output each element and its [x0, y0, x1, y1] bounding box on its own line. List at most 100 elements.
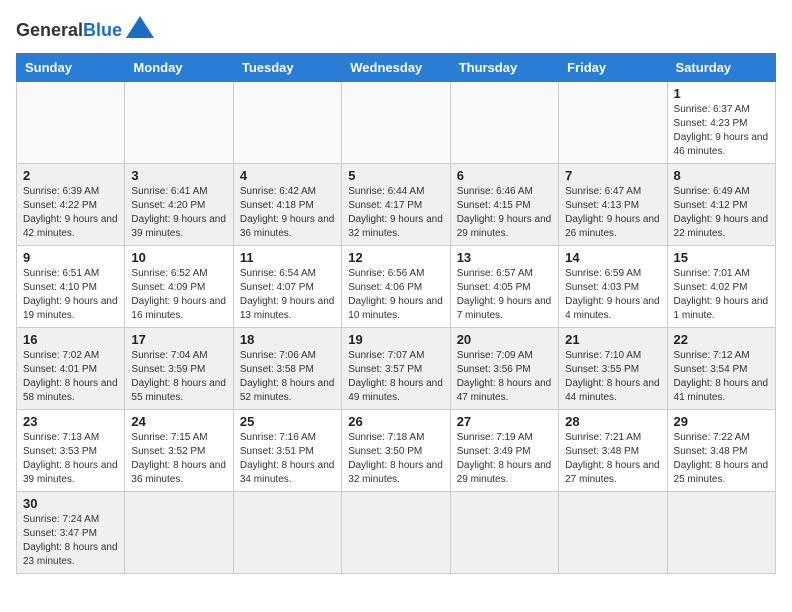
day-info: Sunrise: 7:19 AM Sunset: 3:49 PM Dayligh…: [457, 431, 552, 487]
day-number: 1: [674, 86, 769, 101]
day-number: 25: [240, 414, 335, 429]
day-number: 20: [457, 332, 552, 347]
day-number: 4: [240, 168, 335, 183]
calendar-cell: [233, 82, 341, 164]
day-number: 29: [674, 414, 769, 429]
day-info: Sunrise: 6:47 AM Sunset: 4:13 PM Dayligh…: [565, 185, 660, 241]
day-info: Sunrise: 6:49 AM Sunset: 4:12 PM Dayligh…: [674, 185, 769, 241]
calendar-cell: 8 Sunrise: 6:49 AM Sunset: 4:12 PM Daylig…: [667, 164, 775, 246]
calendar-cell: [342, 492, 450, 574]
logo-triangle-icon: [126, 16, 154, 38]
calendar-cell: [125, 82, 233, 164]
day-info: Sunrise: 6:52 AM Sunset: 4:09 PM Dayligh…: [131, 267, 226, 323]
day-number: 27: [457, 414, 552, 429]
day-info: Sunrise: 6:51 AM Sunset: 4:10 PM Dayligh…: [23, 267, 118, 323]
day-info: Sunrise: 7:16 AM Sunset: 3:51 PM Dayligh…: [240, 431, 335, 487]
day-info: Sunrise: 7:15 AM Sunset: 3:52 PM Dayligh…: [131, 431, 226, 487]
calendar-cell: 25 Sunrise: 7:16 AM Sunset: 3:51 PM Dayli…: [233, 410, 341, 492]
day-number: 17: [131, 332, 226, 347]
day-number: 15: [674, 250, 769, 265]
day-info: Sunrise: 7:12 AM Sunset: 3:54 PM Dayligh…: [674, 349, 769, 405]
calendar-cell: [342, 82, 450, 164]
day-info: Sunrise: 7:22 AM Sunset: 3:48 PM Dayligh…: [674, 431, 769, 487]
calendar-cell: 29 Sunrise: 7:22 AM Sunset: 3:48 PM Dayli…: [667, 410, 775, 492]
calendar-header-wednesday: Wednesday: [342, 54, 450, 82]
day-number: 30: [23, 496, 118, 511]
calendar-week-6: 30 Sunrise: 7:24 AM Sunset: 3:47 PM Dayli…: [17, 492, 776, 574]
day-number: 6: [457, 168, 552, 183]
calendar-cell: [125, 492, 233, 574]
calendar-cell: 30 Sunrise: 7:24 AM Sunset: 3:47 PM Dayli…: [17, 492, 125, 574]
calendar-cell: 28 Sunrise: 7:21 AM Sunset: 3:48 PM Dayli…: [559, 410, 667, 492]
calendar-cell: [450, 82, 558, 164]
day-number: 13: [457, 250, 552, 265]
day-info: Sunrise: 6:56 AM Sunset: 4:06 PM Dayligh…: [348, 267, 443, 323]
calendar-cell: [17, 82, 125, 164]
calendar-cell: 9 Sunrise: 6:51 AM Sunset: 4:10 PM Daylig…: [17, 246, 125, 328]
day-info: Sunrise: 7:10 AM Sunset: 3:55 PM Dayligh…: [565, 349, 660, 405]
calendar-cell: 22Sunrise: 7:12 AM Sunset: 3:54 PM Dayli…: [667, 328, 775, 410]
day-info: Sunrise: 7:06 AM Sunset: 3:58 PM Dayligh…: [240, 349, 335, 405]
calendar-header-tuesday: Tuesday: [233, 54, 341, 82]
calendar-cell: 21 Sunrise: 7:10 AM Sunset: 3:55 PM Dayli…: [559, 328, 667, 410]
calendar-cell: 19 Sunrise: 7:07 AM Sunset: 3:57 PM Dayli…: [342, 328, 450, 410]
calendar-week-5: 23Sunrise: 7:13 AM Sunset: 3:53 PM Dayli…: [17, 410, 776, 492]
calendar-cell: 11Sunrise: 6:54 AM Sunset: 4:07 PM Dayli…: [233, 246, 341, 328]
calendar-cell: 1Sunrise: 6:37 AM Sunset: 4:23 PM Daylig…: [667, 82, 775, 164]
calendar-cell: [450, 492, 558, 574]
calendar-header-monday: Monday: [125, 54, 233, 82]
day-number: 9: [23, 250, 118, 265]
calendar-cell: [233, 492, 341, 574]
day-number: 7: [565, 168, 660, 183]
logo: General Blue: [16, 16, 154, 43]
calendar-cell: 17 Sunrise: 7:04 AM Sunset: 3:59 PM Dayli…: [125, 328, 233, 410]
calendar-cell: 14 Sunrise: 6:59 AM Sunset: 4:03 PM Dayli…: [559, 246, 667, 328]
day-number: 23: [23, 414, 118, 429]
day-info: Sunrise: 7:01 AM Sunset: 4:02 PM Dayligh…: [674, 267, 769, 323]
day-info: Sunrise: 7:18 AM Sunset: 3:50 PM Dayligh…: [348, 431, 443, 487]
day-info: Sunrise: 7:21 AM Sunset: 3:48 PM Dayligh…: [565, 431, 660, 487]
day-number: 16: [23, 332, 118, 347]
calendar-header-sunday: Sunday: [17, 54, 125, 82]
day-info: Sunrise: 6:54 AM Sunset: 4:07 PM Dayligh…: [240, 267, 335, 323]
day-number: 24: [131, 414, 226, 429]
calendar-header-thursday: Thursday: [450, 54, 558, 82]
calendar-cell: 7 Sunrise: 6:47 AM Sunset: 4:13 PM Daylig…: [559, 164, 667, 246]
day-number: 2: [23, 168, 118, 183]
calendar-cell: 23Sunrise: 7:13 AM Sunset: 3:53 PM Dayli…: [17, 410, 125, 492]
day-info: Sunrise: 6:39 AM Sunset: 4:22 PM Dayligh…: [23, 185, 118, 241]
day-number: 10: [131, 250, 226, 265]
calendar-cell: 3Sunrise: 6:41 AM Sunset: 4:20 PM Daylig…: [125, 164, 233, 246]
calendar-cell: 2 Sunrise: 6:39 AM Sunset: 4:22 PM Daylig…: [17, 164, 125, 246]
calendar-cell: [667, 492, 775, 574]
calendar-header-row: SundayMondayTuesdayWednesdayThursdayFrid…: [17, 54, 776, 82]
day-number: 28: [565, 414, 660, 429]
calendar-cell: 24 Sunrise: 7:15 AM Sunset: 3:52 PM Dayli…: [125, 410, 233, 492]
day-info: Sunrise: 6:57 AM Sunset: 4:05 PM Dayligh…: [457, 267, 552, 323]
calendar-cell: 10 Sunrise: 6:52 AM Sunset: 4:09 PM Dayli…: [125, 246, 233, 328]
calendar-cell: 15 Sunrise: 7:01 AM Sunset: 4:02 PM Dayli…: [667, 246, 775, 328]
calendar-table: SundayMondayTuesdayWednesdayThursdayFrid…: [16, 53, 776, 574]
calendar-cell: [559, 82, 667, 164]
day-info: Sunrise: 7:02 AM Sunset: 4:01 PM Dayligh…: [23, 349, 118, 405]
logo-text-general: General: [16, 21, 83, 39]
day-number: 19: [348, 332, 443, 347]
day-info: Sunrise: 6:59 AM Sunset: 4:03 PM Dayligh…: [565, 267, 660, 323]
day-info: Sunrise: 7:04 AM Sunset: 3:59 PM Dayligh…: [131, 349, 226, 405]
calendar-cell: 13 Sunrise: 6:57 AM Sunset: 4:05 PM Dayli…: [450, 246, 558, 328]
day-number: 8: [674, 168, 769, 183]
day-number: 21: [565, 332, 660, 347]
calendar-cell: 18Sunrise: 7:06 AM Sunset: 3:58 PM Dayli…: [233, 328, 341, 410]
day-number: 5: [348, 168, 443, 183]
calendar-header-saturday: Saturday: [667, 54, 775, 82]
day-info: Sunrise: 6:46 AM Sunset: 4:15 PM Dayligh…: [457, 185, 552, 241]
calendar-cell: 5 Sunrise: 6:44 AM Sunset: 4:17 PM Daylig…: [342, 164, 450, 246]
day-info: Sunrise: 7:24 AM Sunset: 3:47 PM Dayligh…: [23, 513, 118, 569]
day-number: 14: [565, 250, 660, 265]
day-info: Sunrise: 7:07 AM Sunset: 3:57 PM Dayligh…: [348, 349, 443, 405]
calendar-header-friday: Friday: [559, 54, 667, 82]
day-number: 26: [348, 414, 443, 429]
day-info: Sunrise: 6:44 AM Sunset: 4:17 PM Dayligh…: [348, 185, 443, 241]
day-number: 3: [131, 168, 226, 183]
calendar-cell: 16 Sunrise: 7:02 AM Sunset: 4:01 PM Dayli…: [17, 328, 125, 410]
